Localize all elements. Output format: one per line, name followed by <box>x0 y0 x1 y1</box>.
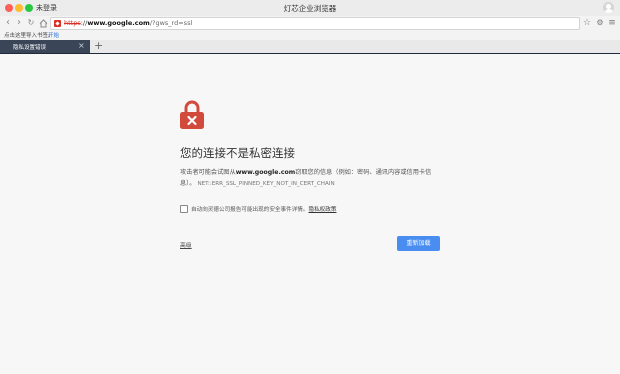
advanced-link[interactable]: 高级 <box>180 240 192 249</box>
address-bar[interactable]: https://www.google.com/?gws_rd=ssl <box>50 17 580 30</box>
window-title: 灯芯企业浏览器 <box>283 4 337 13</box>
error-code[interactable]: NET::ERR_SSL_PINNED_KEY_NOT_IN_CERT_CHAI… <box>197 181 334 187</box>
tab-privacy-error[interactable]: 隐私设置错误 × <box>0 40 90 53</box>
new-tab-button[interactable]: + <box>94 39 103 52</box>
bookmarks-import-prompt: 点击这里导入书签。 <box>4 33 54 39</box>
url-host: www.google.com <box>87 19 150 27</box>
padlock-x-icon <box>180 100 204 129</box>
report-checkbox-label: 自动向灵德公司报告可能出现的安全事件详情。隐私权政策 <box>191 205 336 213</box>
menu-icon[interactable]: ≡ <box>607 16 617 30</box>
page-title: 您的连接不是私密连接 <box>180 146 295 160</box>
broken-lock-icon[interactable] <box>54 20 61 27</box>
tab-close-icon[interactable]: × <box>78 41 85 50</box>
bookmarks-import-link[interactable]: 开始 <box>48 31 59 39</box>
url-scheme: https <box>64 19 81 27</box>
desc-prefix: 攻击者可能会试图从 <box>180 169 236 176</box>
home-icon[interactable] <box>37 16 49 30</box>
desc-host: www.google.com <box>235 169 296 176</box>
reload-button[interactable]: 重新加载 <box>397 236 440 251</box>
bookmarks-bar: 点击这里导入书签。 开始 <box>0 30 620 40</box>
tab-label: 隐私设置错误 <box>13 45 47 51</box>
reload-icon[interactable]: ↻ <box>25 16 37 30</box>
toolbar: ‹ › ↻ https://www.google.com/?gws_rd=ssl… <box>0 16 620 30</box>
bookmark-star-icon[interactable]: ☆ <box>582 16 592 30</box>
title-bar: 未登录 灯芯企业浏览器 <box>0 0 620 16</box>
tab-strip: 隐私设置错误 × + <box>0 39 620 54</box>
wrench-icon[interactable]: ⚙ <box>595 16 605 30</box>
privacy-policy-link[interactable]: 隐私权政策 <box>308 207 336 213</box>
forward-arrow-icon[interactable]: › <box>13 16 25 30</box>
report-checkbox[interactable] <box>180 205 188 213</box>
profile-avatar-icon[interactable] <box>603 2 614 13</box>
url-text[interactable]: https://www.google.com/?gws_rd=ssl <box>64 19 192 28</box>
url-path: /?gws_rd=ssl <box>149 19 193 27</box>
warning-description: 攻击者可能会试图从www.google.com窃取您的信息（例如：密码、通讯内容… <box>180 167 440 190</box>
checkbox-label-text[interactable]: 自动向灵德公司报告可能出现的安全事件详情。 <box>191 207 308 213</box>
